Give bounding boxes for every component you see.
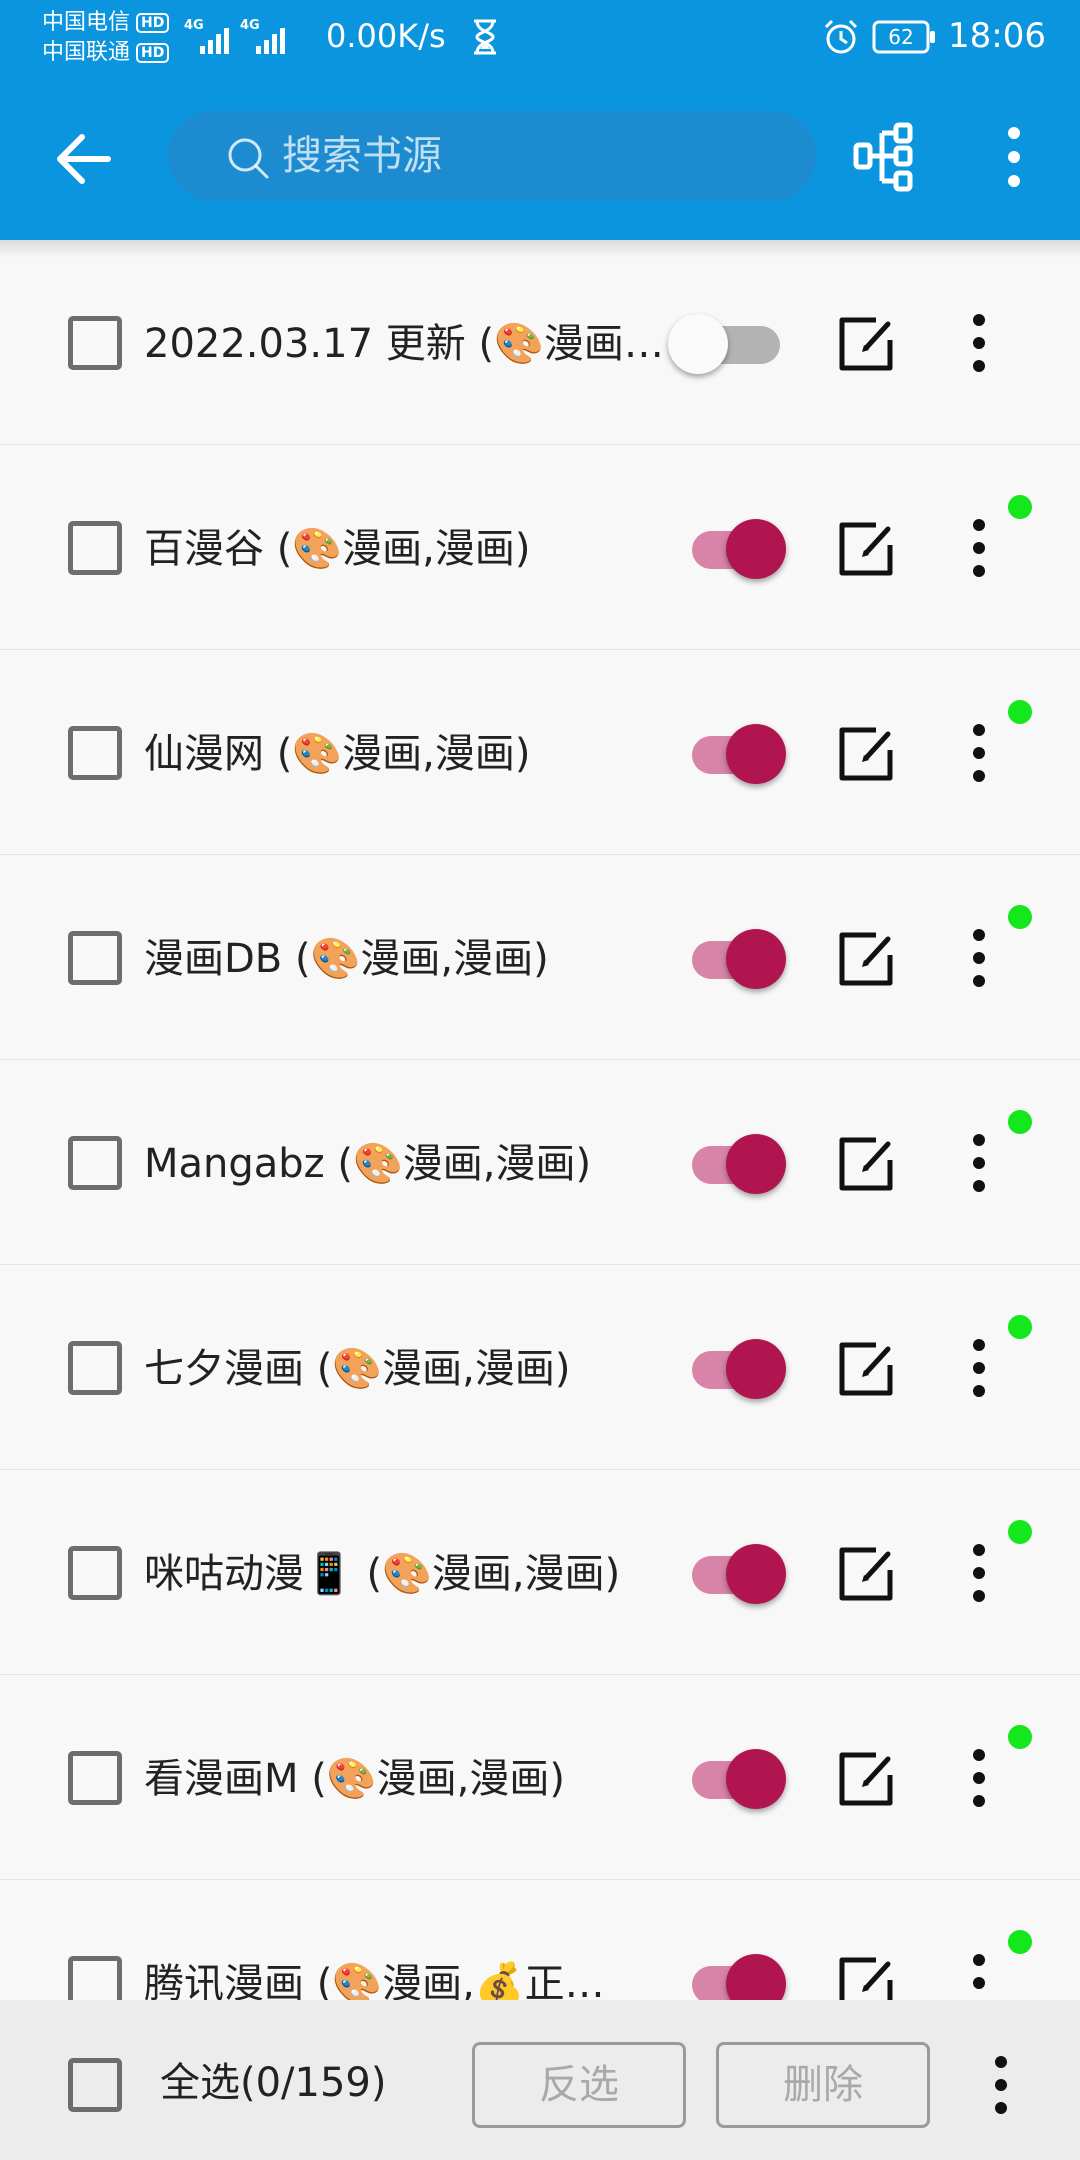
source-name: 仙漫网 (🎨漫画,漫画) — [144, 731, 531, 777]
select-all-checkbox[interactable] — [68, 2058, 122, 2112]
carrier-2: 中国联通 — [42, 40, 131, 65]
toolbar: 搜索书源 — [0, 75, 1080, 240]
edit-icon[interactable] — [836, 1544, 896, 1604]
hd-badge: HD — [136, 13, 170, 33]
edit-icon[interactable] — [836, 1134, 896, 1194]
enable-switch[interactable] — [668, 1132, 792, 1194]
network-speed: 0.00K/s — [326, 17, 446, 55]
more-vert-icon[interactable] — [956, 1540, 1002, 1606]
source-name: 看漫画M (🎨漫画,漫画) — [144, 1756, 565, 1802]
book-source-list: 2022.03.17 更新 (🎨漫画… 百漫谷 (🎨漫画,漫画) 仙漫网 (🎨漫… — [0, 240, 1080, 2000]
group-sort-icon[interactable] — [852, 119, 928, 195]
more-vert-icon[interactable] — [978, 2052, 1024, 2118]
more-vert-icon[interactable] — [956, 1745, 1002, 1811]
carrier-info: 中国电信 HD 中国联通 HD — [42, 8, 170, 68]
search-icon — [228, 138, 269, 179]
list-item[interactable]: 仙漫网 (🎨漫画,漫画) — [0, 650, 1080, 855]
list-item[interactable]: 百漫谷 (🎨漫画,漫画) — [0, 445, 1080, 650]
item-checkbox[interactable] — [68, 1546, 122, 1600]
status-bar: 中国电信 HD 中国联通 HD 4G 4G 0.00K/s 62 18:06 — [0, 0, 1080, 75]
invert-selection-button[interactable]: 反选 — [472, 2042, 686, 2128]
switch-thumb — [726, 1749, 786, 1809]
item-checkbox[interactable] — [68, 1751, 122, 1805]
list-item[interactable]: 2022.03.17 更新 (🎨漫画… — [0, 240, 1080, 445]
delete-button[interactable]: 删除 — [716, 2042, 930, 2128]
enable-switch[interactable] — [668, 312, 792, 374]
status-dot — [1008, 700, 1032, 724]
carrier-1: 中国电信 — [42, 10, 131, 35]
back-arrow-icon[interactable] — [44, 119, 124, 199]
signal-strength-icon: 4G — [184, 18, 240, 54]
switch-thumb — [726, 1134, 786, 1194]
signal-indicators: 4G 4G — [184, 18, 296, 54]
source-name: 漫画DB (🎨漫画,漫画) — [144, 936, 549, 982]
search-placeholder: 搜索书源 — [282, 133, 442, 179]
enable-switch[interactable] — [668, 1337, 792, 1399]
enable-switch[interactable] — [668, 1952, 792, 2000]
status-dot — [1008, 495, 1032, 519]
item-checkbox[interactable] — [68, 521, 122, 575]
enable-switch[interactable] — [668, 1542, 792, 1604]
list-item[interactable]: 七夕漫画 (🎨漫画,漫画) — [0, 1265, 1080, 1470]
clock: 18:06 — [948, 16, 1046, 56]
source-name: 2022.03.17 更新 (🎨漫画… — [144, 321, 664, 367]
switch-thumb — [668, 314, 728, 374]
item-checkbox[interactable] — [68, 726, 122, 780]
switch-thumb — [726, 929, 786, 989]
list-item[interactable]: Mangabz (🎨漫画,漫画) — [0, 1060, 1080, 1265]
alarm-clock-icon — [824, 19, 858, 54]
switch-thumb — [726, 1339, 786, 1399]
search-input[interactable]: 搜索书源 — [168, 111, 816, 201]
battery-level: 62 — [888, 25, 914, 49]
more-vert-icon[interactable] — [956, 515, 1002, 581]
more-vert-icon[interactable] — [956, 1335, 1002, 1401]
item-checkbox[interactable] — [68, 1341, 122, 1395]
switch-thumb — [726, 519, 786, 579]
status-dot — [1008, 1520, 1032, 1544]
edit-icon[interactable] — [836, 519, 896, 579]
source-name: 腾讯漫画 (🎨漫画,💰正… — [144, 1961, 605, 2000]
switch-thumb — [726, 724, 786, 784]
more-vert-icon[interactable] — [956, 720, 1002, 786]
status-dot — [1008, 905, 1032, 929]
list-item[interactable]: 看漫画M (🎨漫画,漫画) — [0, 1675, 1080, 1880]
status-dot — [1008, 1315, 1032, 1339]
item-checkbox[interactable] — [68, 1956, 122, 2000]
source-name: 咪咕动漫📱 (🎨漫画,漫画) — [144, 1551, 621, 1597]
enable-switch[interactable] — [668, 517, 792, 579]
status-dot — [1008, 1725, 1032, 1749]
bottom-action-bar: 全选(0/159) 反选 删除 — [0, 2000, 1080, 2160]
signal-strength-icon: 4G — [240, 18, 296, 54]
list-item[interactable]: 咪咕动漫📱 (🎨漫画,漫画) — [0, 1470, 1080, 1675]
enable-switch[interactable] — [668, 927, 792, 989]
enable-switch[interactable] — [668, 722, 792, 784]
status-dot — [1008, 1930, 1032, 1954]
more-vert-icon[interactable] — [988, 119, 1040, 195]
edit-icon[interactable] — [836, 929, 896, 989]
switch-thumb — [726, 1954, 786, 2000]
edit-icon[interactable] — [836, 314, 896, 374]
item-checkbox[interactable] — [68, 931, 122, 985]
select-all-label[interactable]: 全选(0/159) — [160, 2052, 386, 2114]
more-vert-icon[interactable] — [956, 925, 1002, 991]
list-item[interactable]: 漫画DB (🎨漫画,漫画) — [0, 855, 1080, 1060]
hd-badge: HD — [136, 43, 170, 63]
list-item[interactable]: 腾讯漫画 (🎨漫画,💰正… — [0, 1880, 1080, 2000]
more-vert-icon[interactable] — [956, 1130, 1002, 1196]
item-checkbox[interactable] — [68, 1136, 122, 1190]
source-name: 百漫谷 (🎨漫画,漫画) — [144, 526, 531, 572]
source-name: Mangabz (🎨漫画,漫画) — [144, 1141, 592, 1187]
source-name: 七夕漫画 (🎨漫画,漫画) — [144, 1346, 571, 1392]
enable-switch[interactable] — [668, 1747, 792, 1809]
edit-icon[interactable] — [836, 1339, 896, 1399]
item-checkbox[interactable] — [68, 316, 122, 370]
edit-icon[interactable] — [836, 1749, 896, 1809]
status-dot — [1008, 1110, 1032, 1134]
hourglass-icon — [474, 19, 496, 55]
switch-thumb — [726, 1544, 786, 1604]
more-vert-icon[interactable] — [956, 1950, 1002, 2000]
edit-icon[interactable] — [836, 1954, 896, 2000]
more-vert-icon[interactable] — [956, 310, 1002, 376]
edit-icon[interactable] — [836, 724, 896, 784]
